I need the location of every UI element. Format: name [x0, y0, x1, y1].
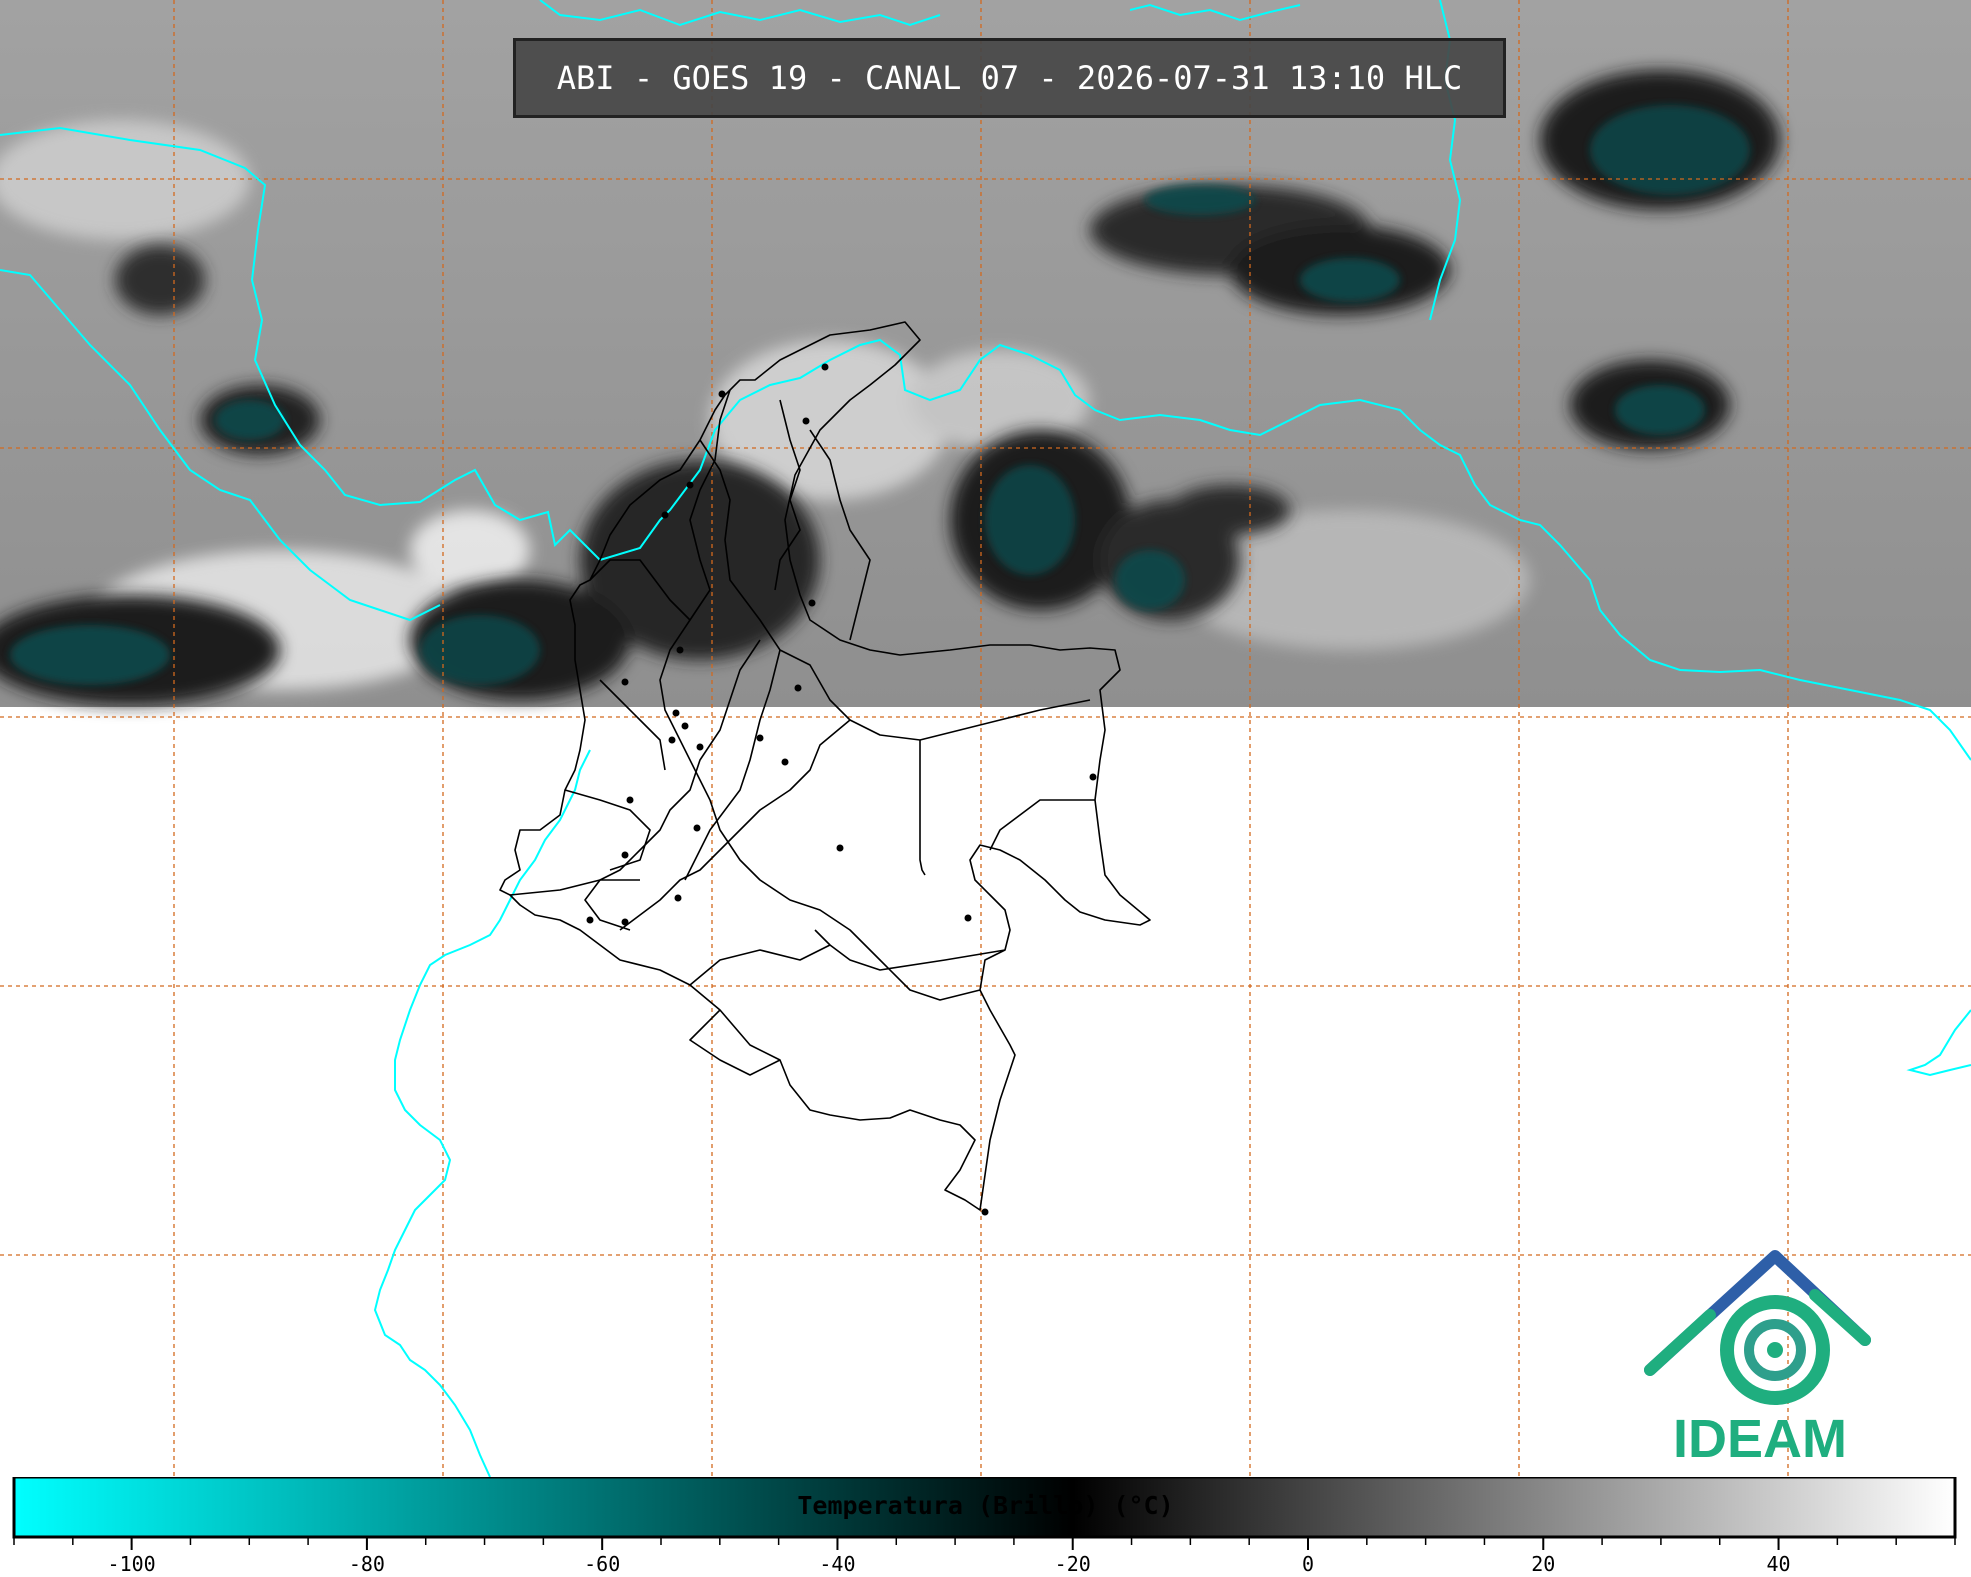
- colorbar-ticks: -100 -80 -60 -40 -20 0 20 40: [13, 1537, 1956, 1576]
- colorbar-tick-label: 0: [1302, 1552, 1314, 1576]
- map-title: ABI - GOES 19 - CANAL 07 - 2026-07-31 13…: [513, 38, 1506, 118]
- temperature-colorbar: -100 -80 -60 -40 -20 0 20 40: [12, 1477, 1957, 1576]
- colorbar-tick-label: -80: [349, 1552, 385, 1576]
- colorbar-tick-label: 20: [1531, 1552, 1555, 1576]
- colorbar-tick-label: 40: [1766, 1552, 1790, 1576]
- colorbar-gradient: [12, 1477, 1957, 1539]
- colorbar-tick-label: -100: [108, 1552, 156, 1576]
- colorbar-tick-label: -60: [584, 1552, 620, 1576]
- ideam-emblem-icon: [1644, 1250, 1871, 1405]
- ideam-logo: IDEAM: [1640, 1250, 1880, 1480]
- ideam-wordmark: IDEAM: [1673, 1409, 1847, 1469]
- colorbar-tick-label: -40: [819, 1552, 855, 1576]
- colorbar-tick-label: -20: [1055, 1552, 1091, 1576]
